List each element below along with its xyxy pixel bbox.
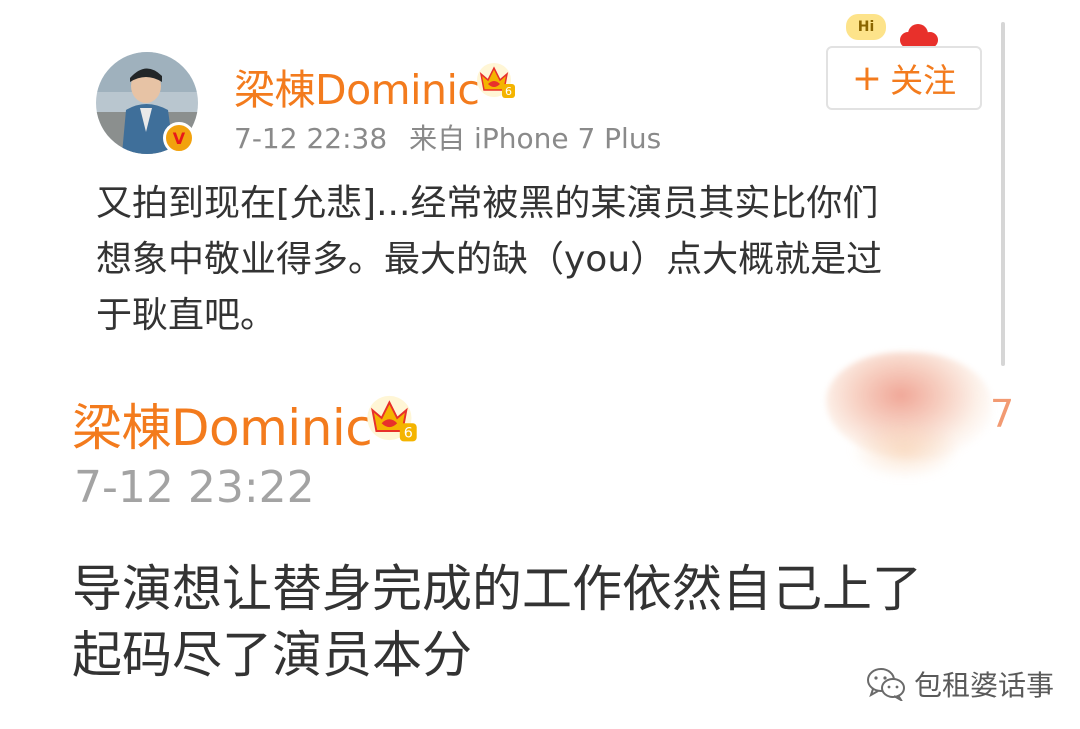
- post-text-line: 于耿直吧。: [96, 295, 277, 336]
- post-text: 又拍到现在[允悲]...经常被黑的某演员其实比你们 想象中敬业得多。最大的缺（y…: [96, 176, 976, 344]
- post-username-text: 梁棟Dominic: [234, 66, 480, 114]
- comment-username-text: 梁棟Dominic: [72, 399, 373, 457]
- vip-crown-icon: 6: [477, 63, 515, 98]
- comment-text-line: 导演想让替身完成的工作依然自己上了: [72, 560, 922, 618]
- wechat-icon: [867, 668, 905, 701]
- comment-username[interactable]: 梁棟Dominic: [72, 388, 373, 460]
- follow-button[interactable]: + 关注: [826, 46, 982, 110]
- scrollbar[interactable]: [1001, 22, 1005, 366]
- partial-character: 7: [990, 392, 1015, 436]
- redaction-smudge-shadow: [850, 420, 960, 480]
- post-source[interactable]: 来自 iPhone 7 Plus: [409, 122, 661, 155]
- post-text-line: 又拍到现在[允悲]...经常被黑的某演员其实比你们: [96, 183, 879, 224]
- follow-label: 关注: [890, 61, 957, 100]
- red-cloud-icon: [900, 24, 938, 48]
- hi-label: Hi: [857, 19, 875, 35]
- post-time: 7-12 22:38: [234, 122, 388, 155]
- hi-bubble: Hi: [846, 14, 886, 40]
- comment-time: 7-12 23:22: [74, 462, 315, 513]
- watermark-text: 包租婆话事: [914, 669, 1055, 702]
- post-username[interactable]: 梁棟Dominic: [234, 56, 480, 116]
- post-meta: 7-12 22:38 来自 iPhone 7 Plus: [234, 117, 661, 157]
- post-text-line: 想象中敬业得多。最大的缺（you）点大概就是过: [96, 239, 883, 280]
- vip-level: 6: [404, 426, 413, 442]
- vip-crown-icon: 6: [367, 395, 417, 442]
- watermark: 包租婆话事: [866, 664, 1054, 704]
- verified-v-icon: V: [163, 122, 195, 154]
- vip-level: 6: [505, 85, 512, 98]
- plus-icon: +: [851, 57, 883, 99]
